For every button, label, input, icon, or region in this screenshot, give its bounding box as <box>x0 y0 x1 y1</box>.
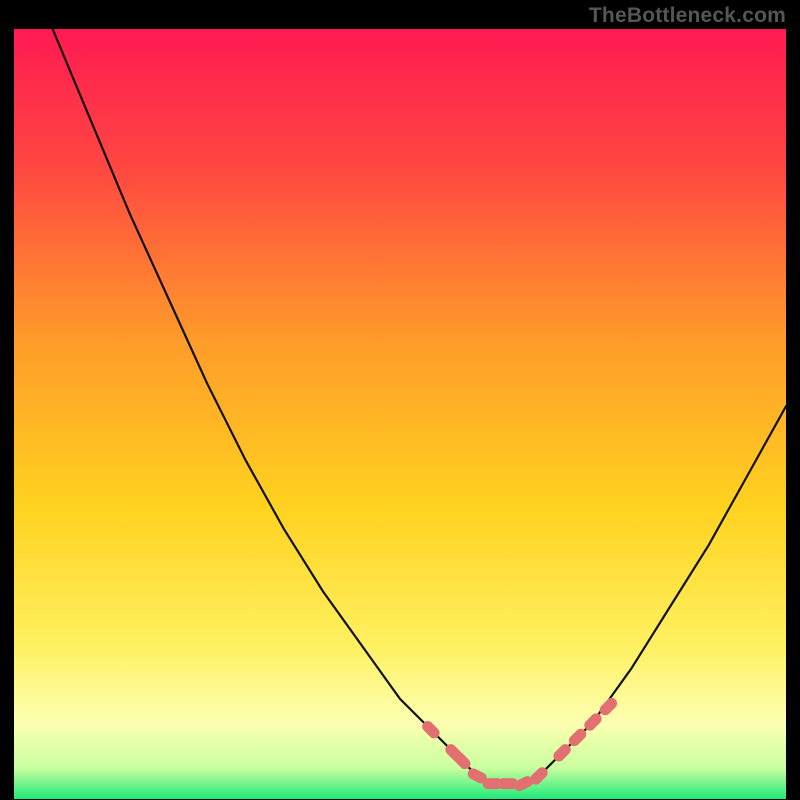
bottleneck-chart <box>14 29 786 799</box>
chart-frame <box>14 29 786 799</box>
watermark-text: TheBottleneck.com <box>589 4 786 28</box>
gradient-background <box>14 29 786 799</box>
